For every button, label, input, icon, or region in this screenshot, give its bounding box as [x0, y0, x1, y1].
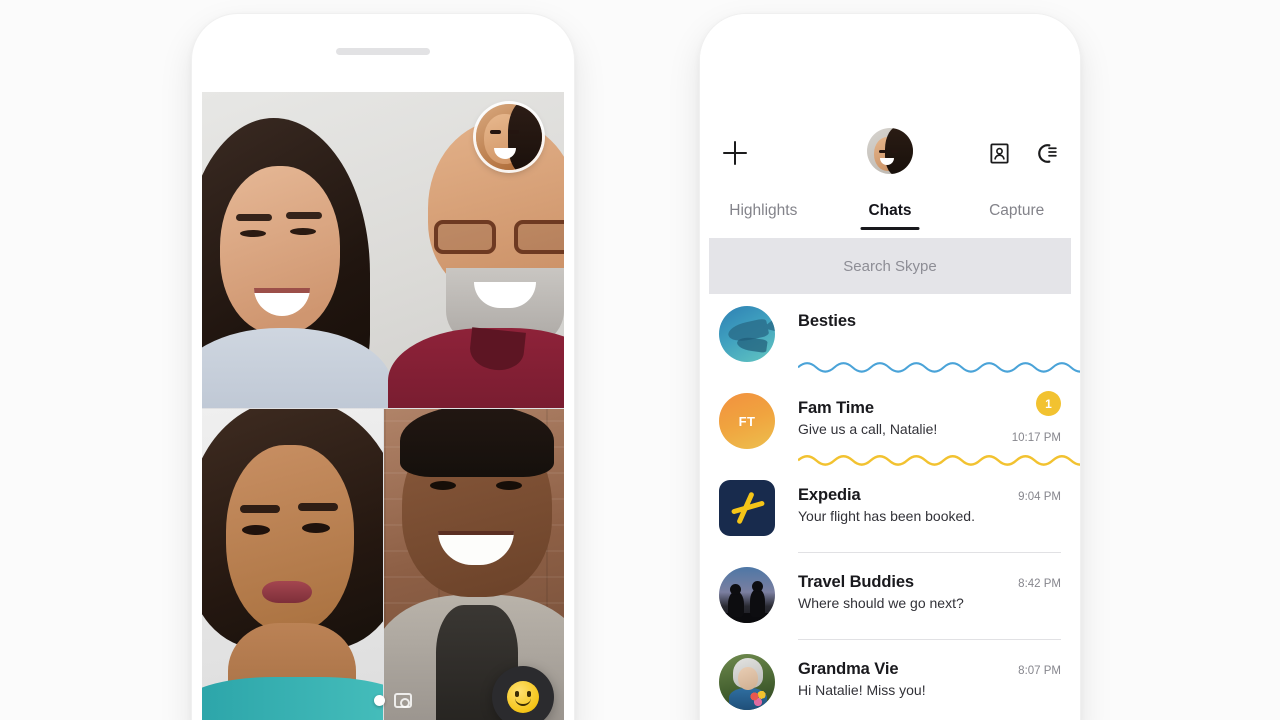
participant-3-lips: [262, 581, 312, 603]
add-new-button[interactable]: [718, 136, 752, 170]
chat-preview: Your flight has been booked.: [798, 508, 975, 524]
video-call-screen: [202, 92, 564, 720]
avatar-travel-buddies: [719, 567, 775, 623]
chat-list-item-grandma-vie[interactable]: Grandma Vie 8:07 PM Hi Natalie! Miss you…: [700, 646, 1080, 720]
chat-time: 8:07 PM: [1018, 665, 1061, 677]
chat-list: Besties FT Fam Time Give us a call, Nata…: [700, 298, 1080, 720]
chat-list-item-besties[interactable]: Besties: [700, 298, 1080, 385]
chat-name: Travel Buddies: [798, 573, 914, 591]
chat-time: 8:42 PM: [1018, 578, 1061, 590]
airplane-icon: [727, 488, 767, 528]
chat-name: Grandma Vie: [798, 660, 899, 678]
wave-separator-yellow: [798, 455, 1080, 466]
self-view-pip[interactable]: [476, 104, 542, 170]
search-placeholder: Search Skype: [843, 257, 937, 275]
smiley-icon: [507, 681, 539, 713]
participant-2-glasses: [434, 220, 564, 254]
tab-chats[interactable]: Chats: [827, 200, 954, 220]
phone-speaker-grille: [336, 48, 430, 55]
chat-name: Fam Time: [798, 399, 874, 417]
screenshot-stage: Highlights Chats Capture Search Skype Be…: [0, 0, 1280, 720]
row-separator: [798, 552, 1061, 553]
profile-avatar[interactable]: [867, 128, 913, 174]
avatar-fam-time: FT: [719, 393, 775, 449]
camera-icon[interactable]: [394, 693, 412, 708]
tab-highlights[interactable]: Highlights: [700, 200, 827, 220]
search-input[interactable]: Search Skype: [709, 238, 1071, 294]
reaction-emoji-button[interactable]: [492, 666, 554, 720]
participant-4-hair: [400, 409, 554, 477]
tab-capture[interactable]: Capture: [953, 200, 1080, 220]
chat-name: Expedia: [798, 486, 861, 504]
unread-badge: 1: [1036, 391, 1061, 416]
contacts-icon[interactable]: [980, 134, 1018, 172]
participant-3-top: [202, 677, 383, 720]
phone-left-video-call: [192, 14, 574, 720]
chat-name: Besties: [798, 312, 857, 330]
chat-list-item-travel-buddies[interactable]: Travel Buddies 8:42 PM Where should we g…: [700, 559, 1080, 646]
page-dot-indicator: [374, 695, 385, 706]
chat-preview: Where should we go next?: [798, 595, 964, 611]
chat-time: 10:17 PM: [1011, 432, 1061, 444]
call-history-icon[interactable]: [1028, 134, 1066, 172]
app-header: [700, 118, 1080, 188]
video-tile-main[interactable]: [202, 92, 564, 408]
avatar-expedia: [719, 480, 775, 536]
skype-app: Highlights Chats Capture Search Skype Be…: [700, 14, 1080, 720]
video-tile-bottom-left[interactable]: [202, 409, 383, 720]
participant-3-face: [226, 445, 354, 633]
row-separator: [798, 639, 1061, 640]
avatar-besties: [719, 306, 775, 362]
chat-list-item-fam-time[interactable]: FT Fam Time Give us a call, Natalie! 10:…: [700, 385, 1080, 472]
tab-bar: Highlights Chats Capture: [700, 200, 1080, 242]
chat-time: 9:04 PM: [1018, 491, 1061, 503]
phone-right-skype-app: Highlights Chats Capture Search Skype Be…: [700, 14, 1080, 720]
chat-list-item-expedia[interactable]: Expedia 9:04 PM Your flight has been boo…: [700, 472, 1080, 559]
wave-separator-blue: [798, 362, 1080, 373]
avatar-grandma-vie: [719, 654, 775, 710]
chat-preview: Hi Natalie! Miss you!: [798, 682, 926, 698]
